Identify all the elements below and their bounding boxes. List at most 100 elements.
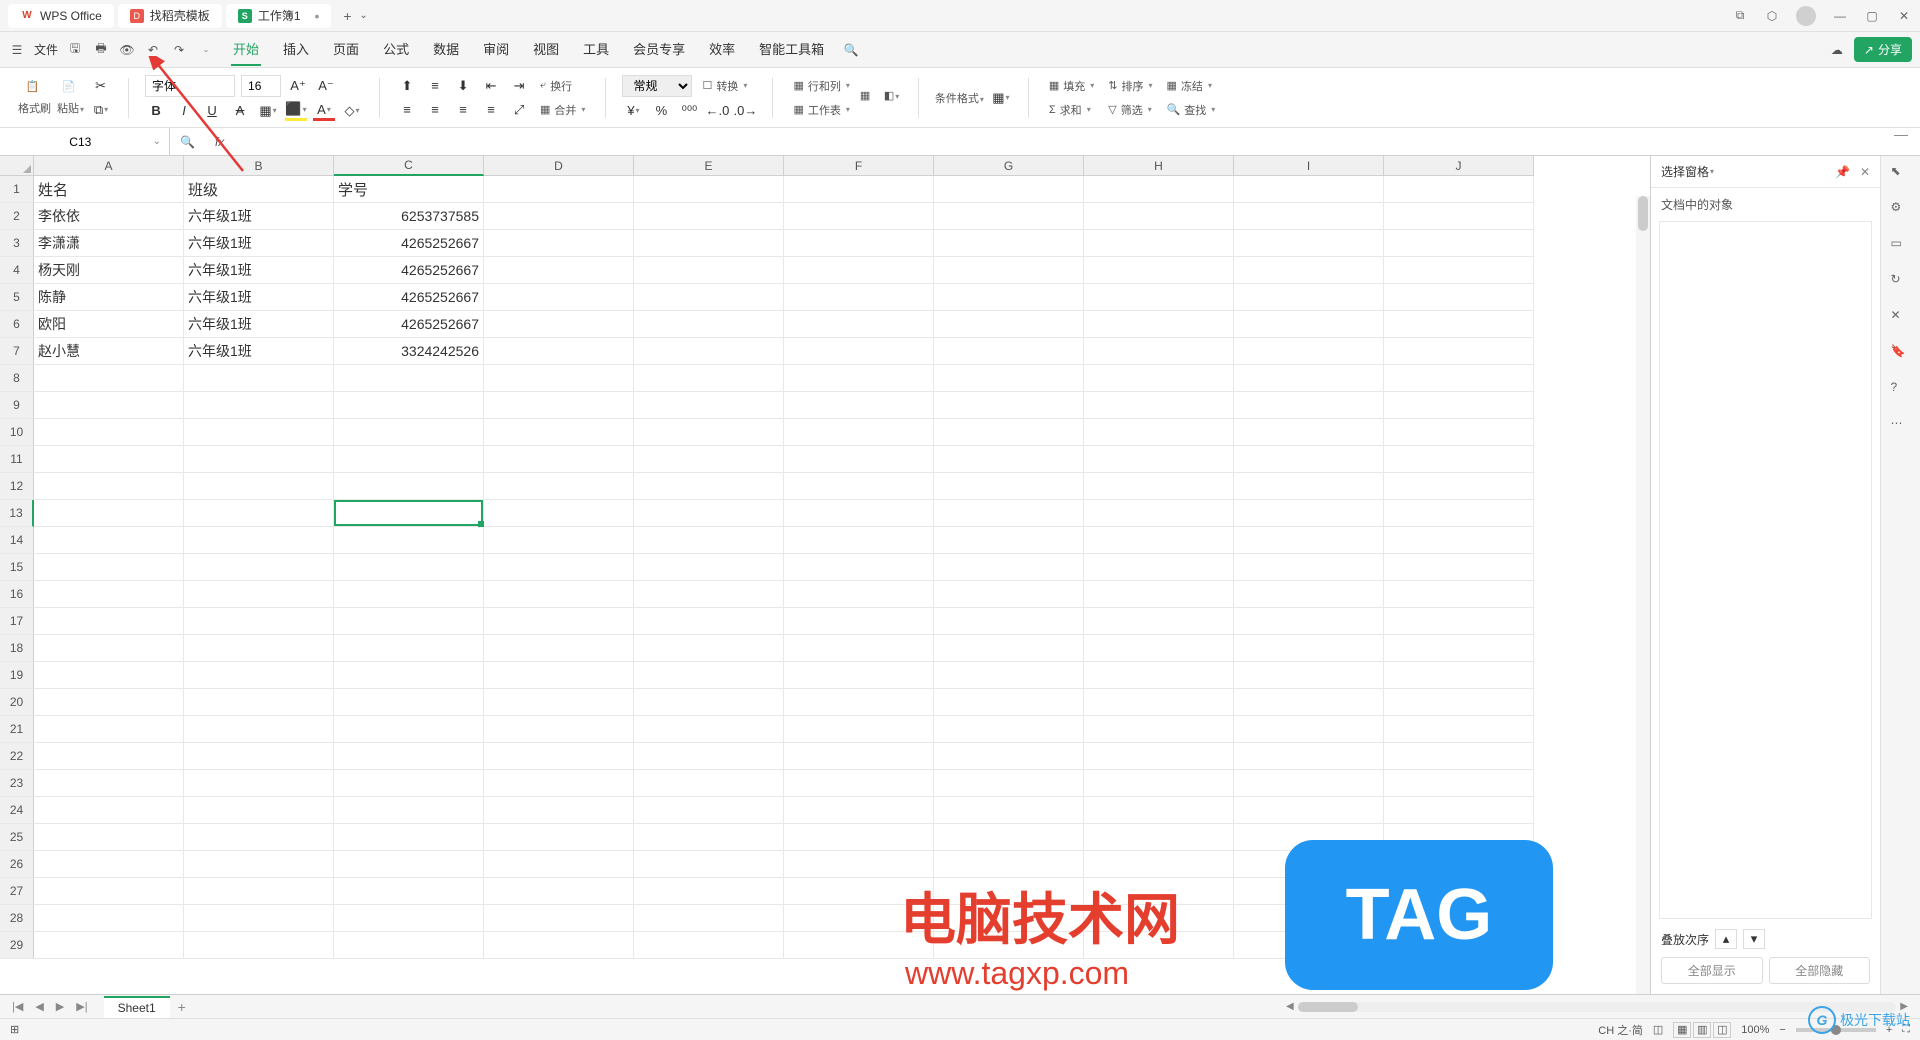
cell-E29[interactable] [634,932,784,959]
cell-I12[interactable] [1234,473,1384,500]
cell-G18[interactable] [934,635,1084,662]
convert-button[interactable]: ☐转换▾ [698,76,751,96]
cell-C17[interactable] [334,608,484,635]
cell-D19[interactable] [484,662,634,689]
zoom-out-button[interactable]: − [1779,1024,1785,1036]
cell-F18[interactable] [784,635,934,662]
cell-D1[interactable] [484,176,634,203]
cell-E25[interactable] [634,824,784,851]
select-all-corner[interactable] [0,156,34,176]
cell-G20[interactable] [934,689,1084,716]
cell-D4[interactable] [484,257,634,284]
cell-H23[interactable] [1084,770,1234,797]
cell-I24[interactable] [1234,797,1384,824]
cell-E16[interactable] [634,581,784,608]
cell-J18[interactable] [1384,635,1534,662]
cell-C11[interactable] [334,446,484,473]
cell-F23[interactable] [784,770,934,797]
cell-D11[interactable] [484,446,634,473]
border-button[interactable]: ▦▾ [257,101,279,121]
cell-B12[interactable] [184,473,334,500]
cell-C1[interactable]: 学号 [334,176,484,203]
ribbon-tab-page[interactable]: 页面 [331,33,361,66]
cell-F20[interactable] [784,689,934,716]
cell-A17[interactable] [34,608,184,635]
cell-I21[interactable] [1234,716,1384,743]
row-header-12[interactable]: 12 [0,473,34,500]
cell-B19[interactable] [184,662,334,689]
clear-format-button[interactable]: ◇▾ [341,101,363,121]
ribbon-tab-home[interactable]: 开始 [231,33,261,66]
cloud-icon[interactable]: ☁ [1828,41,1846,59]
row-header-25[interactable]: 25 [0,824,34,851]
row-col-button[interactable]: ▦行和列▾ [789,76,853,96]
cell-J14[interactable] [1384,527,1534,554]
filter-button[interactable]: ▽筛选▾ [1104,100,1156,120]
cell-D23[interactable] [484,770,634,797]
cell-G1[interactable] [934,176,1084,203]
cell-B26[interactable] [184,851,334,878]
cell-G26[interactable] [934,851,1084,878]
cell-G21[interactable] [934,716,1084,743]
row-header-23[interactable]: 23 [0,770,34,797]
italic-button[interactable]: I [173,101,195,121]
cell-H10[interactable] [1084,419,1234,446]
cell-J23[interactable] [1384,770,1534,797]
cell-E20[interactable] [634,689,784,716]
cell-C12[interactable] [334,473,484,500]
ribbon-tab-member[interactable]: 会员专享 [631,33,687,66]
cell-C16[interactable] [334,581,484,608]
sort-button[interactable]: ⇅排序▾ [1104,76,1156,96]
ribbon-tab-insert[interactable]: 插入 [281,33,311,66]
font-color-button[interactable]: A▾ [313,101,335,121]
cell-J22[interactable] [1384,743,1534,770]
cell-B10[interactable] [184,419,334,446]
cell-A21[interactable] [34,716,184,743]
cell-I17[interactable] [1234,608,1384,635]
more-icon[interactable]: ⋯ [1891,416,1911,436]
cell-F25[interactable] [784,824,934,851]
redo-icon[interactable]: ↷ [170,41,188,59]
cell-H11[interactable] [1084,446,1234,473]
cell-C18[interactable] [334,635,484,662]
align-top-button[interactable]: ⬆ [396,76,418,96]
row-header-27[interactable]: 27 [0,878,34,905]
cell-I8[interactable] [1234,365,1384,392]
zoom-slider[interactable] [1796,1028,1876,1032]
increase-decimal-button[interactable]: .0→ [734,101,756,121]
worksheet-button[interactable]: ▦工作表▾ [789,100,853,120]
cell-J17[interactable] [1384,608,1534,635]
cell-G15[interactable] [934,554,1084,581]
cell-J16[interactable] [1384,581,1534,608]
user-avatar[interactable] [1796,6,1816,26]
name-dropdown[interactable]: ⌄ [153,136,161,147]
cell-J8[interactable] [1384,365,1534,392]
cell-C20[interactable] [334,689,484,716]
show-all-button[interactable]: 全部显示 [1661,957,1763,984]
cell-F3[interactable] [784,230,934,257]
window-layout-icon[interactable]: ⧉ [1732,8,1748,24]
number-format-select[interactable]: 常规 [622,75,692,97]
cell-C13[interactable] [334,500,484,527]
row-header-2[interactable]: 2 [0,203,34,230]
cell-H8[interactable] [1084,365,1234,392]
cell-D6[interactable] [484,311,634,338]
percent-button[interactable]: % [650,101,672,121]
pane-dropdown[interactable]: ▾ [1710,167,1714,176]
sheet-last-button[interactable]: ▶| [72,1000,91,1013]
cell-E1[interactable] [634,176,784,203]
cell-H25[interactable] [1084,824,1234,851]
cell-J5[interactable] [1384,284,1534,311]
cell-A26[interactable] [34,851,184,878]
cell-A9[interactable] [34,392,184,419]
cell-H24[interactable] [1084,797,1234,824]
row-header-4[interactable]: 4 [0,257,34,284]
cell-A5[interactable]: 陈静 [34,284,184,311]
ribbon-tab-smart[interactable]: 智能工具箱 [757,33,826,66]
row-header-21[interactable]: 21 [0,716,34,743]
orientation-button[interactable]: ⤢ [508,100,530,120]
cell-I15[interactable] [1234,554,1384,581]
cell-G29[interactable] [934,932,1084,959]
cell-D25[interactable] [484,824,634,851]
col-header-A[interactable]: A [34,156,184,176]
